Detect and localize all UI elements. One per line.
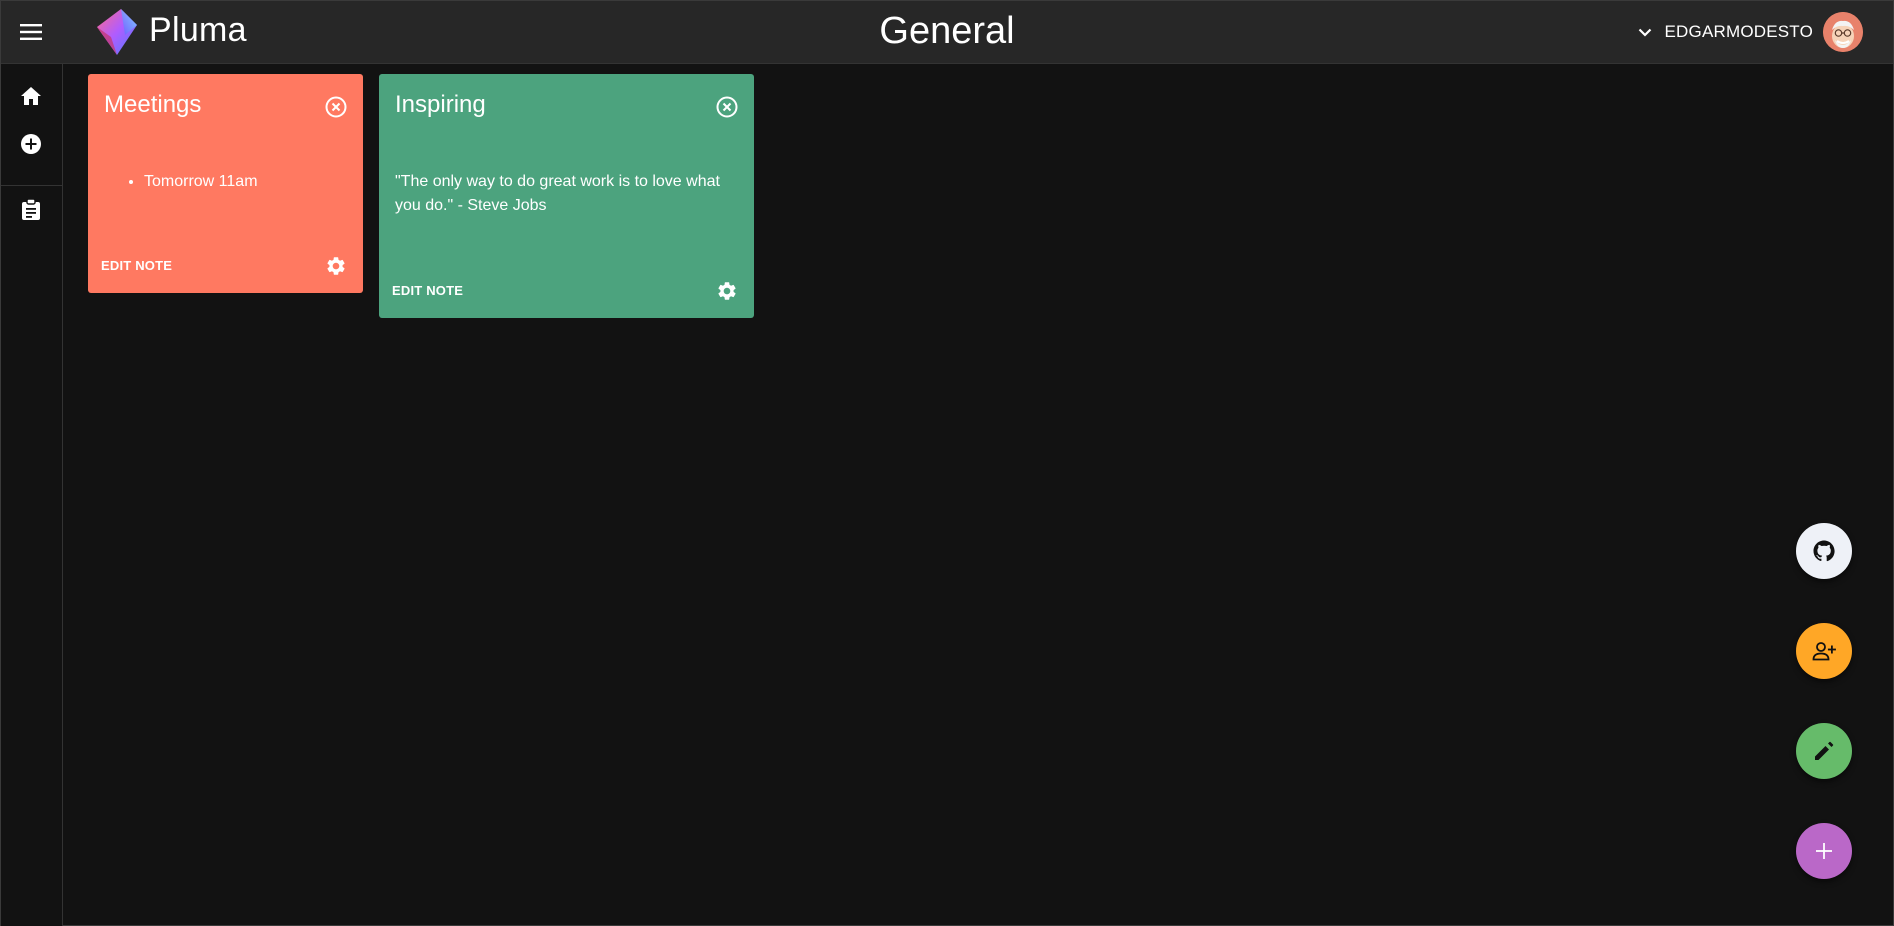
menu-icon [20,24,42,40]
sidebar-item-home[interactable] [15,80,47,112]
gear-icon [327,257,345,275]
edit-note-button[interactable]: EDIT NOTE [101,258,172,273]
home-icon [21,87,41,105]
sidebar-item-add[interactable] [15,128,47,160]
page-title-wrapper: General [1,10,1893,53]
chevron-down-icon [1633,20,1657,44]
pencil-icon [1815,741,1834,760]
sidebar-item-notes[interactable] [15,193,47,225]
page-title: General [879,10,1015,52]
brand-name: Pluma [149,11,247,49]
avatar [1823,12,1863,52]
close-circle-icon [325,96,347,118]
sidebar [1,64,63,926]
user-menu-button[interactable]: EDGARMODESTO [1633,12,1863,52]
note-title: Meetings [104,91,202,118]
note-card-inspiring: Inspiring "The only way to do great work… [379,74,754,318]
note-body: "The only way to do great work is to lov… [395,173,720,214]
note-settings-button[interactable] [325,255,347,277]
close-note-button[interactable] [325,96,347,118]
note-card-meetings: Meetings Tomorrow 11am EDIT NOTE [88,74,363,293]
list-item: Tomorrow 11am [144,170,258,194]
note-title: Inspiring [395,91,486,118]
edit-note-button[interactable]: EDIT NOTE [392,283,463,298]
hamburger-menu-button[interactable] [15,16,47,48]
edit-button[interactable] [1796,723,1852,779]
github-icon [1813,540,1835,562]
pluma-logo-icon [97,9,137,55]
top-app-bar: Pluma General EDGARMODESTO [1,1,1893,64]
gear-icon [718,282,736,300]
clipboard-icon [22,198,40,220]
plus-icon [1816,843,1832,859]
add-collaborator-button[interactable] [1796,623,1852,679]
sidebar-divider [1,185,62,186]
person-add-icon [1812,642,1836,661]
app-window: Pluma General EDGARMODESTO Meetings • To… [0,0,1894,926]
add-note-button[interactable] [1796,823,1852,879]
add-circle-icon [21,134,41,154]
note-body: Tomorrow 11am [104,170,258,194]
close-note-button[interactable] [716,96,738,118]
note-settings-button[interactable] [716,280,738,302]
close-circle-icon [716,96,738,118]
github-button[interactable] [1796,523,1852,579]
username: EDGARMODESTO [1664,22,1813,41]
